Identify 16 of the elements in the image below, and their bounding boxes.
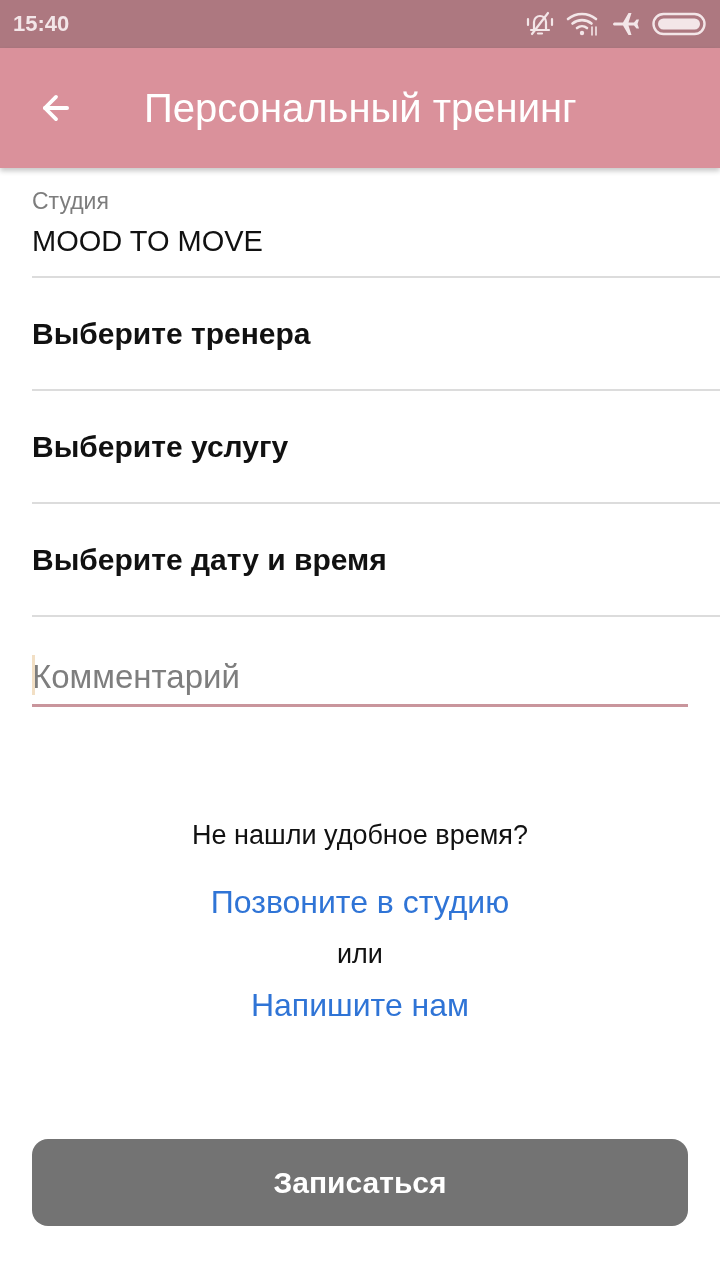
comment-field[interactable]: Комментарий — [32, 649, 688, 707]
or-text: или — [337, 938, 383, 970]
write-us-link[interactable]: Напишите нам — [250, 984, 470, 1026]
studio-value: MOOD TO MOVE — [32, 224, 263, 259]
status-time: 15:40 — [13, 13, 70, 35]
airplane-icon — [612, 11, 640, 37]
screen-title: Персональный тренинг — [144, 88, 577, 128]
select-option[interactable]: Выберите тренера — [32, 315, 311, 352]
battery-icon — [652, 12, 706, 36]
help-question: Не нашли удобное время? — [192, 819, 528, 851]
wifi-icon — [566, 11, 600, 37]
call-studio-link[interactable]: Позвоните в студию — [210, 881, 510, 923]
studio-label: Студия — [32, 188, 109, 214]
muted-bell-icon — [526, 11, 554, 37]
select-option[interactable]: Выберите услугу — [32, 428, 289, 465]
select-option[interactable]: Выберите дату и время — [32, 541, 387, 578]
